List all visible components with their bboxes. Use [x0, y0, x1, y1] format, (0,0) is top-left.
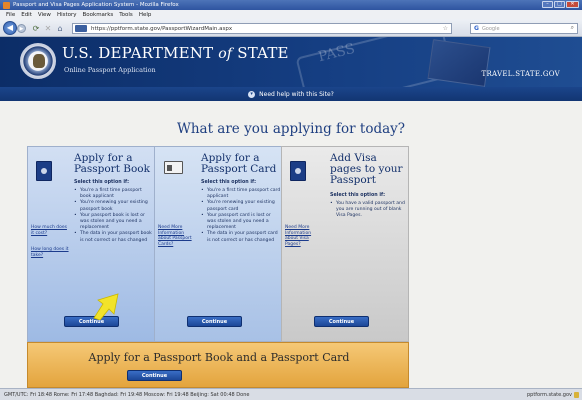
continue-card-button[interactable]: Continue	[187, 316, 242, 327]
status-bar: GMT/UTC: Fri 18:48 Rome: Fri 17:48 Baghd…	[0, 388, 582, 400]
window-controls: – □ ✕	[542, 1, 579, 8]
maximize-button[interactable]: □	[554, 1, 565, 8]
option-title: Apply for a Passport Book and a Passport…	[88, 351, 350, 364]
menu-tools[interactable]: Tools	[119, 12, 133, 18]
visa-info-link[interactable]: Need More Information about Visa Pages?	[285, 225, 325, 247]
option-passport-card: Need More Information about Passport Car…	[154, 146, 282, 342]
search-icon[interactable]: ⌕	[571, 24, 574, 32]
agency-name[interactable]: U.S. DEPARTMENT of STATE	[62, 44, 289, 62]
select-note: Select this option if:	[330, 193, 385, 198]
list-item: You're renewing your existing passport c…	[201, 200, 281, 212]
criteria-list: You're a first time passport book applic…	[74, 188, 154, 244]
passport-book-icon	[36, 161, 52, 181]
continue-combo-button[interactable]: Continue	[127, 370, 182, 381]
passport-card-icon	[164, 161, 183, 174]
select-note: Select this option if:	[74, 180, 129, 185]
window-titlebar: Passport and Visa Pages Application Syst…	[0, 0, 582, 10]
continue-visa-button[interactable]: Continue	[314, 316, 369, 327]
menu-file[interactable]: File	[6, 12, 15, 18]
forward-icon[interactable]: ▶	[17, 24, 26, 33]
agency-name-state: STATE	[237, 44, 289, 62]
list-item: You're a first time passport book applic…	[74, 188, 154, 200]
status-host: pptform.state.gov	[526, 391, 572, 398]
application-name: Online Passport Application	[64, 66, 156, 74]
site-identity-icon[interactable]	[75, 25, 87, 32]
url-text[interactable]: https://pptform.state.gov/PassportWizard…	[91, 26, 232, 32]
reload-icon[interactable]: ⟳	[31, 24, 41, 33]
address-bar[interactable]: https://pptform.state.gov/PassportWizard…	[72, 23, 452, 34]
agency-name-of: of	[218, 46, 233, 62]
passport-book-icon	[290, 161, 306, 181]
chevron-down-icon[interactable]: ▾	[248, 90, 256, 98]
stop-icon[interactable]: ✕	[43, 24, 53, 33]
firefox-icon	[3, 1, 10, 9]
browser-window: Passport and Visa Pages Application Syst…	[0, 0, 582, 400]
option-title: Add Visa pages to your Passport	[330, 152, 403, 186]
bookmark-star-icon[interactable]: ☆	[443, 25, 448, 32]
status-clocks: GMT/UTC: Fri 18:48 Rome: Fri 17:48 Baghd…	[4, 391, 250, 398]
card-info-link[interactable]: Need More Information about Passport Car…	[158, 225, 198, 247]
menu-bar: File Edit View History Bookmarks Tools H…	[0, 10, 582, 19]
menu-view[interactable]: View	[38, 12, 51, 18]
pointer-arrow-icon	[93, 293, 119, 320]
time-link[interactable]: How long does it take?	[31, 247, 71, 258]
list-item: Your passport book is lost or was stolen…	[74, 213, 154, 232]
minimize-button[interactable]: –	[542, 1, 553, 8]
search-placeholder: Google	[481, 25, 500, 32]
option-visa-pages: Need More Information about Visa Pages? …	[281, 146, 409, 342]
navigation-toolbar: ◀ ▶ ⟳ ✕ ⌂ https://pptform.state.gov/Pass…	[0, 19, 582, 37]
help-link[interactable]: Need help with this Site?	[259, 91, 334, 98]
close-button[interactable]: ✕	[566, 1, 579, 8]
window-title: Passport and Visa Pages Application Syst…	[13, 2, 179, 8]
menu-history[interactable]: History	[57, 12, 77, 18]
list-item: You're renewing your existing passport b…	[74, 200, 154, 212]
list-item: Your passport card is lost or was stolen…	[201, 213, 281, 232]
lock-icon[interactable]	[574, 392, 579, 398]
eagle-icon	[33, 54, 45, 68]
home-icon[interactable]: ⌂	[55, 24, 65, 33]
back-icon[interactable]: ◀	[3, 21, 17, 35]
page-title: What are you applying for today?	[176, 121, 406, 137]
travel-state-link[interactable]: TRAVEL.STATE.GOV	[481, 70, 560, 78]
main-content: What are you applying for today? How muc…	[0, 101, 582, 388]
menu-bookmarks[interactable]: Bookmarks	[83, 12, 114, 18]
option-title: Apply for a Passport Card	[201, 152, 277, 175]
list-item: You're a first time passport card applic…	[201, 188, 281, 200]
agency-name-main: U.S. DEPARTMENT	[62, 44, 214, 62]
select-note: Select this option if:	[201, 180, 256, 185]
site-header: PASS U.S. DEPARTMENT of STATE Online Pas…	[0, 37, 582, 87]
option-title: Apply for a Passport Book	[74, 152, 150, 175]
option-book-and-card: Apply for a Passport Book and a Passport…	[27, 342, 409, 388]
criteria-list: You're a first time passport card applic…	[201, 188, 281, 244]
menu-edit[interactable]: Edit	[21, 12, 32, 18]
cost-link[interactable]: How much does it cost?	[31, 225, 71, 236]
passport-graphic	[427, 39, 491, 87]
list-item: The data in your passport book is not co…	[74, 231, 154, 243]
help-bar: ▾ Need help with this Site?	[0, 87, 582, 101]
list-item: You have a valid passport and you are ru…	[330, 201, 410, 220]
search-input[interactable]: G Google ⌕	[470, 23, 578, 34]
criteria-list: You have a valid passport and you are ru…	[330, 201, 410, 220]
state-seal-icon[interactable]	[20, 43, 56, 79]
list-item: The data in your passport card is not co…	[201, 231, 281, 243]
menu-help[interactable]: Help	[139, 12, 152, 18]
google-icon[interactable]: G	[474, 25, 479, 32]
